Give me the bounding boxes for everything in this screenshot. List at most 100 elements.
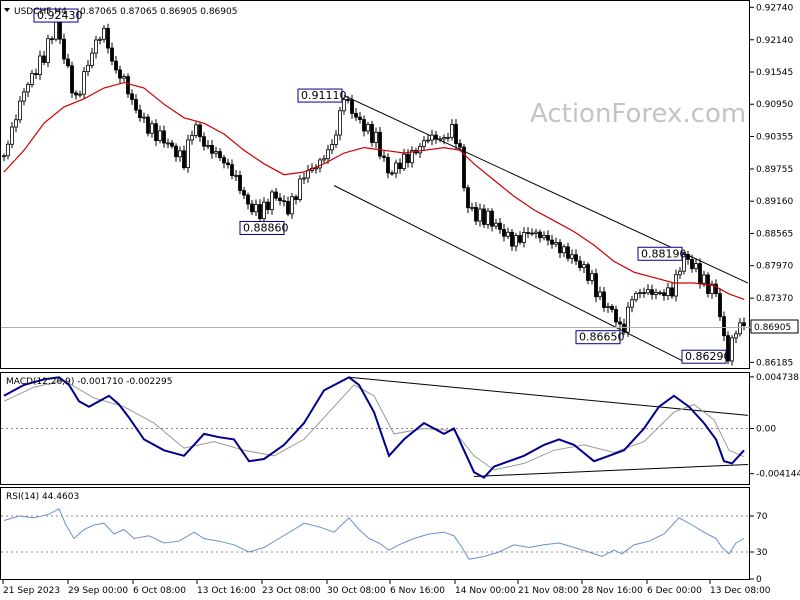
candle-body xyxy=(702,274,706,284)
candle-body xyxy=(582,264,586,268)
candle-body xyxy=(522,232,526,243)
candle-body xyxy=(6,143,10,157)
chart-svg: ActionForex.com 0.924300.911100.888600.8… xyxy=(0,0,800,600)
price-tick-label: 0.92740 xyxy=(756,3,793,13)
watermark: ActionForex.com xyxy=(530,99,746,129)
candle-body xyxy=(326,149,330,160)
candle-body xyxy=(498,222,502,230)
candle-body xyxy=(470,206,474,209)
candle-body xyxy=(322,158,326,161)
candle-body xyxy=(242,190,246,196)
price-tick-label: 0.86185 xyxy=(756,358,793,368)
candle-body xyxy=(286,200,290,215)
candle-body xyxy=(390,172,394,175)
candle-body xyxy=(186,139,190,169)
price-tick-label: 0.89160 xyxy=(756,197,793,207)
candle-body xyxy=(398,162,402,170)
candle-body xyxy=(742,322,746,326)
candle-body xyxy=(126,76,130,95)
candle-body xyxy=(662,292,666,296)
candle-body xyxy=(478,208,482,222)
candle-body xyxy=(718,293,722,318)
macd-tick-label: -0.004144 xyxy=(756,470,800,480)
candle-body xyxy=(554,242,558,245)
candle-body xyxy=(502,228,506,237)
candle-body xyxy=(394,162,398,174)
candle-body xyxy=(118,69,122,79)
candle-body xyxy=(646,289,650,294)
candle-body xyxy=(618,321,622,325)
candle-body xyxy=(698,263,702,284)
candle-body xyxy=(510,231,514,247)
candle-body xyxy=(238,174,242,191)
candle-body xyxy=(198,124,202,138)
candle-body xyxy=(430,134,434,141)
candle-body xyxy=(290,196,294,215)
candle-body xyxy=(330,144,334,151)
candle-body xyxy=(138,109,142,119)
candle-body xyxy=(626,306,630,333)
candle-body xyxy=(190,134,194,141)
candle-body xyxy=(542,234,546,239)
symbol-label: USDCHF,H4 xyxy=(14,7,67,17)
candle-body xyxy=(54,21,58,40)
macd-tick-label: 0.00 xyxy=(756,425,776,435)
candle-body xyxy=(438,138,442,141)
candle-body xyxy=(234,174,238,177)
candle-body xyxy=(514,235,518,247)
candle-body xyxy=(134,99,138,111)
candle-body xyxy=(538,231,542,239)
price-annotation-label: 0.86290 xyxy=(685,350,731,363)
candle-body xyxy=(206,144,210,147)
candle-body xyxy=(678,270,682,276)
candle-body xyxy=(162,130,166,144)
price-annotation-label: 0.88190 xyxy=(641,247,687,260)
candle-body xyxy=(102,27,106,40)
candle-body xyxy=(590,273,594,281)
candle-body xyxy=(422,140,426,147)
price-tick-label: 0.89755 xyxy=(756,165,793,175)
candle-body xyxy=(738,322,742,335)
price-tick-label: 0.91545 xyxy=(756,68,793,78)
candle-body xyxy=(546,234,550,241)
candle-body xyxy=(474,206,478,222)
candle-body xyxy=(714,283,718,294)
candle-body xyxy=(458,143,462,148)
candle-body xyxy=(266,201,270,211)
candle-body xyxy=(14,119,18,128)
candle-body xyxy=(434,134,438,140)
candle-body xyxy=(482,208,486,225)
candle-body xyxy=(534,231,538,234)
price-annotation-label: 0.86650 xyxy=(579,331,625,344)
candle-body xyxy=(334,134,338,145)
candle-body xyxy=(338,110,342,136)
time-tick-label: 6 Dec 00:00 xyxy=(647,586,702,596)
candle-body xyxy=(22,91,26,102)
candle-body xyxy=(386,157,390,174)
candle-body xyxy=(86,64,90,73)
candle-body xyxy=(370,123,374,143)
time-tick-label: 28 Nov 16:00 xyxy=(582,586,643,596)
price-annotation-label: 0.91110 xyxy=(301,89,347,102)
candle-body xyxy=(114,60,118,71)
candle-body xyxy=(402,153,406,170)
time-tick-label: 23 Oct 08:00 xyxy=(262,586,321,596)
candle-body xyxy=(110,47,114,62)
candle-body xyxy=(638,292,642,294)
price-tick-label: 0.90950 xyxy=(756,100,793,110)
candle-body xyxy=(466,187,470,209)
candle-body xyxy=(450,124,454,138)
candle-body xyxy=(182,150,186,169)
candle-body xyxy=(486,210,490,225)
candle-body xyxy=(694,263,698,270)
candle-body xyxy=(74,92,78,96)
macd-tick-label: 0.004738 xyxy=(756,373,799,383)
candle-body xyxy=(730,337,734,362)
candle-body xyxy=(550,239,554,245)
candle-body xyxy=(570,254,574,259)
candle-body xyxy=(318,159,322,169)
time-tick-label: 14 Nov 00:00 xyxy=(455,586,516,596)
candle-body xyxy=(598,291,602,298)
price-tick-label: 0.90355 xyxy=(756,132,793,142)
candle-body xyxy=(106,27,110,49)
